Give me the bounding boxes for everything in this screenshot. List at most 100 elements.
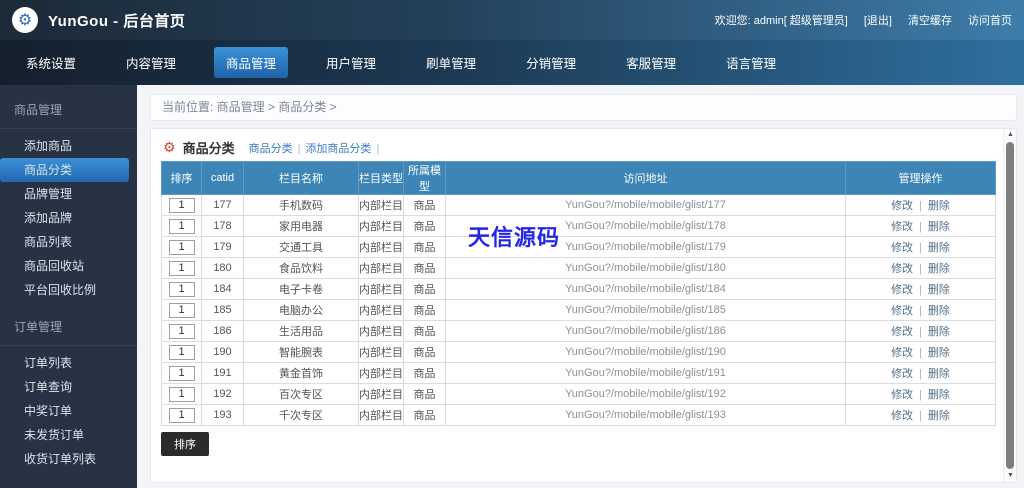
delete-link[interactable]: 删除 [928, 347, 950, 359]
cell-catid: 192 [201, 383, 244, 405]
tab-service-mgmt[interactable]: 客服管理 [614, 47, 688, 78]
col-sort: 排序 [161, 161, 202, 195]
delete-link[interactable]: 删除 [928, 221, 950, 233]
sort-input[interactable] [168, 323, 195, 339]
category-table: 排序 catid 栏目名称 栏目类型 所属模型 访问地址 管理操作 177 手机… [161, 161, 996, 426]
sidebar-item-goods-category[interactable]: 商品分类 [0, 158, 129, 182]
table-row: 191 黄金首饰 内部栏目 商品 YunGou?/mobile/mobile/g… [161, 362, 996, 384]
panel-scrollbar[interactable]: ▲ ▼ [1003, 129, 1016, 482]
delete-link[interactable]: 删除 [928, 242, 950, 254]
tab-goods-mgmt[interactable]: 商品管理 [214, 47, 289, 78]
tab-system-settings[interactable]: 系统设置 [14, 47, 88, 78]
edit-link[interactable]: 修改 [891, 389, 913, 401]
sidebar-item-received-order-list[interactable]: 收货订单列表 [0, 447, 137, 471]
goods-category-link[interactable]: 商品分类 [249, 143, 293, 155]
cell-catid: 177 [201, 194, 244, 216]
sort-button[interactable]: 排序 [161, 432, 209, 456]
delete-link[interactable]: 删除 [928, 368, 950, 380]
tab-distribution-mgmt[interactable]: 分销管理 [514, 47, 588, 78]
cell-model: 商品 [403, 194, 446, 216]
cell-model: 商品 [403, 299, 446, 321]
cell-url: YunGou?/mobile/mobile/glist/191 [445, 362, 846, 384]
sort-input[interactable] [168, 302, 195, 318]
sort-input[interactable] [168, 218, 195, 234]
cell-ops: 修改 | 删除 [845, 299, 996, 321]
cell-type: 内部栏目 [358, 383, 404, 405]
cell-ops: 修改 | 删除 [845, 215, 996, 237]
cell-catid: 193 [201, 404, 244, 426]
cell-ops: 修改 | 删除 [845, 236, 996, 258]
sidebar: 商品管理 添加商品 商品分类 品牌管理 添加品牌 商品列表 商品回收站 平台回收… [0, 85, 137, 488]
sidebar-item-goods-recycle[interactable]: 商品回收站 [0, 254, 137, 278]
col-name: 栏目名称 [243, 161, 359, 195]
tab-content-mgmt[interactable]: 内容管理 [114, 47, 188, 78]
panel-toolbar: ⚙ 商品分类 商品分类 | 添加商品分类 | [163, 139, 380, 156]
edit-link[interactable]: 修改 [891, 221, 913, 233]
col-model: 所属模型 [403, 161, 446, 195]
scrollbar-thumb[interactable] [1006, 142, 1014, 469]
col-catid: catid [201, 161, 244, 195]
cell-name: 电脑办公 [243, 299, 359, 321]
scroll-up-icon[interactable]: ▲ [1004, 129, 1017, 141]
table-row: 193 千次专区 内部栏目 商品 YunGou?/mobile/mobile/g… [161, 404, 996, 426]
col-ops: 管理操作 [845, 161, 996, 195]
edit-link[interactable]: 修改 [891, 200, 913, 212]
sidebar-item-brand-mgmt[interactable]: 品牌管理 [0, 182, 137, 206]
sort-input[interactable] [168, 281, 195, 297]
sort-input[interactable] [168, 197, 195, 213]
sidebar-item-platform-recycle-ratio[interactable]: 平台回收比例 [0, 278, 137, 302]
clear-cache-link[interactable]: 清空缓存 [908, 12, 952, 28]
tab-user-mgmt[interactable]: 用户管理 [314, 47, 388, 78]
logout-link[interactable]: [退出] [864, 12, 892, 28]
delete-link[interactable]: 删除 [928, 263, 950, 275]
sidebar-item-order-list[interactable]: 订单列表 [0, 351, 137, 375]
cell-type: 内部栏目 [358, 341, 404, 363]
table-row: 178 家用电器 内部栏目 商品 YunGou?/mobile/mobile/g… [161, 215, 996, 237]
cell-type: 内部栏目 [358, 257, 404, 279]
sidebar-item-unshipped-orders[interactable]: 未发货订单 [0, 423, 137, 447]
top-header: ⚙ YunGou - 后台首页 欢迎您: admin[ 超级管理员] [退出] … [0, 0, 1024, 40]
scroll-down-icon[interactable]: ▼ [1004, 470, 1017, 482]
tab-order-brush-mgmt[interactable]: 刷单管理 [414, 47, 488, 78]
sort-input[interactable] [168, 239, 195, 255]
cell-name: 黄金首饰 [243, 362, 359, 384]
col-type: 栏目类型 [358, 161, 404, 195]
sidebar-item-order-query[interactable]: 订单查询 [0, 375, 137, 399]
visit-home-link[interactable]: 访问首页 [968, 12, 1012, 28]
delete-link[interactable]: 删除 [928, 200, 950, 212]
add-goods-category-link[interactable]: 添加商品分类 [305, 143, 371, 155]
cell-url: YunGou?/mobile/mobile/glist/192 [445, 383, 846, 405]
sidebar-item-winning-orders[interactable]: 中奖订单 [0, 399, 137, 423]
table-row: 184 电子卡卷 内部栏目 商品 YunGou?/mobile/mobile/g… [161, 278, 996, 300]
delete-link[interactable]: 删除 [928, 284, 950, 296]
tab-language-mgmt[interactable]: 语言管理 [714, 47, 788, 78]
edit-link[interactable]: 修改 [891, 368, 913, 380]
edit-link[interactable]: 修改 [891, 284, 913, 296]
sort-input[interactable] [168, 344, 195, 360]
sidebar-item-add-brand[interactable]: 添加品牌 [0, 206, 137, 230]
cell-ops: 修改 | 删除 [845, 404, 996, 426]
delete-link[interactable]: 删除 [928, 410, 950, 422]
edit-link[interactable]: 修改 [891, 347, 913, 359]
cell-ops: 修改 | 删除 [845, 257, 996, 279]
sort-input[interactable] [168, 260, 195, 276]
sidebar-item-goods-list[interactable]: 商品列表 [0, 230, 137, 254]
sidebar-section-goods: 商品管理 [0, 85, 137, 129]
sort-input[interactable] [168, 365, 195, 381]
cell-model: 商品 [403, 215, 446, 237]
sort-input[interactable] [168, 407, 195, 423]
cell-model: 商品 [403, 362, 446, 384]
cell-url: YunGou?/mobile/mobile/glist/185 [445, 299, 846, 321]
delete-link[interactable]: 删除 [928, 326, 950, 338]
sort-input[interactable] [168, 386, 195, 402]
col-url: 访问地址 [445, 161, 846, 195]
edit-link[interactable]: 修改 [891, 305, 913, 317]
delete-link[interactable]: 删除 [928, 305, 950, 317]
edit-link[interactable]: 修改 [891, 242, 913, 254]
cell-name: 家用电器 [243, 215, 359, 237]
sidebar-item-add-goods[interactable]: 添加商品 [0, 134, 137, 158]
edit-link[interactable]: 修改 [891, 410, 913, 422]
edit-link[interactable]: 修改 [891, 263, 913, 275]
edit-link[interactable]: 修改 [891, 326, 913, 338]
delete-link[interactable]: 删除 [928, 389, 950, 401]
